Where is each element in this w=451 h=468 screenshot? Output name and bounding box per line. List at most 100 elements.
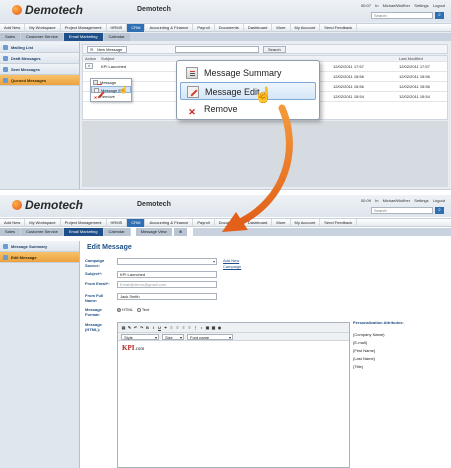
size-dropdown[interactable]: Size	[162, 334, 184, 340]
screenshot-message-list: Demotech Demotech 00:07 In MichaelWolfhe…	[0, 0, 451, 190]
align-center-icon[interactable]: ≡	[175, 323, 180, 333]
attr-company-name[interactable]: {Company Name}	[353, 331, 448, 339]
sidebar-item-queued-messages[interactable]: Queued Messages	[0, 75, 79, 86]
menu-crm[interactable]: CRM	[127, 24, 146, 32]
menu-dashboard[interactable]: Dashboard	[244, 219, 273, 227]
main-menu: Add New My Workspace Project Management HRM…	[0, 23, 451, 32]
menu-add-new[interactable]: Add New	[0, 219, 26, 227]
subject-field[interactable]: KPI Launched	[117, 271, 217, 278]
menu-item-message-summary[interactable]: Message Summary	[91, 79, 131, 92]
align-left-icon[interactable]: ≡	[169, 323, 174, 333]
from-email-field[interactable]: Email@demo@gmail.com	[117, 281, 217, 288]
menu-project-management[interactable]: Project Management	[61, 219, 107, 227]
tab-calendar[interactable]: Calendar	[103, 33, 130, 41]
menu-item-remove-zoomed[interactable]: ✕ Remove	[180, 100, 316, 118]
new-message-button[interactable]: New Message	[87, 46, 128, 53]
from-name-field[interactable]: Jack Smith	[117, 293, 217, 300]
source-icon[interactable]: ▤	[121, 323, 126, 333]
attr-email[interactable]: {E-mail}	[353, 339, 448, 347]
table-icon[interactable]: ▦	[211, 323, 216, 333]
row-action-button[interactable]: ▾	[85, 63, 93, 69]
html-editor[interactable]: ▤✎↶↷BIU⚭≡≡≡≡⋮•▣▦◉ Style Size Font name K…	[117, 322, 350, 468]
menu-payroll[interactable]: Payroll	[193, 24, 215, 32]
sidebar-item-edit-message[interactable]: Edit Message	[0, 252, 79, 263]
attr-last-name[interactable]: {Last Name}	[353, 355, 448, 363]
italic-icon[interactable]: I	[151, 323, 156, 333]
campaign-select[interactable]	[117, 258, 217, 265]
tab-customer-service[interactable]: Customer Service	[21, 33, 63, 41]
add-campaign-link[interactable]: Add New Campaign	[223, 258, 241, 270]
attr-title[interactable]: {Title}	[353, 363, 448, 371]
align-right-icon[interactable]: ≡	[181, 323, 186, 333]
tab-message-view[interactable]: Message View ⊗	[130, 228, 194, 236]
menu-send-feedback[interactable]: Send Feedback	[320, 24, 358, 32]
sidebar-item-message-summary[interactable]: Message Summary	[0, 241, 79, 252]
menu-dashboard[interactable]: Dashboard	[244, 24, 273, 32]
tab-sales[interactable]: Sales	[0, 228, 21, 236]
list-toolbar: New Message Search	[82, 44, 448, 54]
menu-project-management[interactable]: Project Management	[61, 24, 107, 32]
menu-hrms[interactable]: HRMS	[107, 219, 128, 227]
menu-send-feedback[interactable]: Send Feedback	[320, 219, 358, 227]
justify-icon[interactable]: ≡	[187, 323, 192, 333]
menu-accounting[interactable]: Accounting & Finance	[145, 219, 194, 227]
user-name-link[interactable]: MichaelWolfher	[383, 3, 411, 8]
menu-my-account[interactable]: My Account	[291, 219, 321, 227]
context-menu-zoomed: Message Summary Message Edit ✕ Remove	[176, 60, 320, 120]
link-icon[interactable]: ⚭	[163, 323, 168, 333]
message-search-button[interactable]: Search	[263, 46, 286, 53]
menu-documents[interactable]: Documents	[215, 24, 244, 32]
settings-link[interactable]: Settings	[414, 198, 428, 203]
menu-my-workspace[interactable]: My Workspace	[25, 219, 61, 227]
menu-my-account[interactable]: My Account	[291, 24, 321, 32]
sidebar-item-mailing-list[interactable]: Mailing List	[0, 42, 79, 53]
menu-documents[interactable]: Documents	[215, 219, 244, 227]
style-dropdown[interactable]: Style	[121, 334, 159, 340]
format-html-radio[interactable]	[117, 308, 121, 312]
search-icon[interactable]: ⌕	[435, 12, 444, 19]
pen-icon[interactable]: ✎	[127, 323, 132, 333]
menu-accounting[interactable]: Accounting & Finance	[145, 24, 194, 32]
menu-payroll[interactable]: Payroll	[193, 219, 215, 227]
search-input[interactable]: Search	[371, 12, 433, 19]
search-input[interactable]: Search	[371, 207, 433, 214]
search-icon[interactable]: ⌕	[435, 207, 444, 214]
tab-email-marketing[interactable]: Email Marketing	[63, 228, 103, 236]
company-name: Demotech	[137, 201, 171, 208]
message-search-input[interactable]	[175, 46, 259, 53]
draft-icon	[3, 56, 8, 61]
list-unordered-icon[interactable]: •	[199, 323, 204, 333]
settings-link[interactable]: Settings	[414, 3, 428, 8]
close-tab-icon[interactable]: ⊗	[173, 228, 188, 236]
menu-item-message-edit-zoomed[interactable]: Message Edit	[180, 82, 316, 100]
undo-icon[interactable]: ↶	[133, 323, 138, 333]
menu-hrms[interactable]: HRMS	[107, 24, 128, 32]
underline-icon[interactable]: U	[157, 323, 162, 333]
format-text-radio[interactable]	[136, 308, 141, 312]
sidebar-item-draft-messages[interactable]: Draft Messages	[0, 53, 79, 64]
bold-icon[interactable]: B	[145, 323, 150, 333]
media-icon[interactable]: ◉	[217, 323, 222, 333]
redo-icon[interactable]: ↷	[139, 323, 144, 333]
user-name-link[interactable]: MichaelWolfher	[383, 198, 411, 203]
menu-add-new[interactable]: Add New	[0, 24, 26, 32]
sidebar-item-sent-messages[interactable]: Sent Messages	[0, 64, 79, 75]
menu-my-workspace[interactable]: My Workspace	[25, 24, 61, 32]
tab-customer-service[interactable]: Customer Service	[21, 228, 63, 236]
image-icon[interactable]: ▣	[205, 323, 210, 333]
editor-content[interactable]: KPI.com	[118, 341, 349, 355]
menu-more[interactable]: More	[272, 219, 291, 227]
logout-link[interactable]: Logout	[433, 3, 445, 8]
list-ordered-icon[interactable]: ⋮	[193, 323, 198, 333]
menu-crm[interactable]: CRM	[127, 219, 146, 227]
attr-first-name[interactable]: {First Name}	[353, 347, 448, 355]
tab-email-marketing[interactable]: Email Marketing	[63, 33, 103, 41]
summary-icon	[93, 80, 102, 85]
menu-more[interactable]: More	[272, 24, 291, 32]
logout-link[interactable]: Logout	[433, 198, 445, 203]
font-dropdown[interactable]: Font name	[187, 334, 233, 340]
tab-calendar[interactable]: Calendar	[103, 228, 130, 236]
menu-item-remove[interactable]: ✕ Remove	[91, 93, 131, 100]
tab-sales[interactable]: Sales	[0, 33, 21, 41]
menu-item-message-summary-zoomed[interactable]: Message Summary	[180, 64, 316, 82]
